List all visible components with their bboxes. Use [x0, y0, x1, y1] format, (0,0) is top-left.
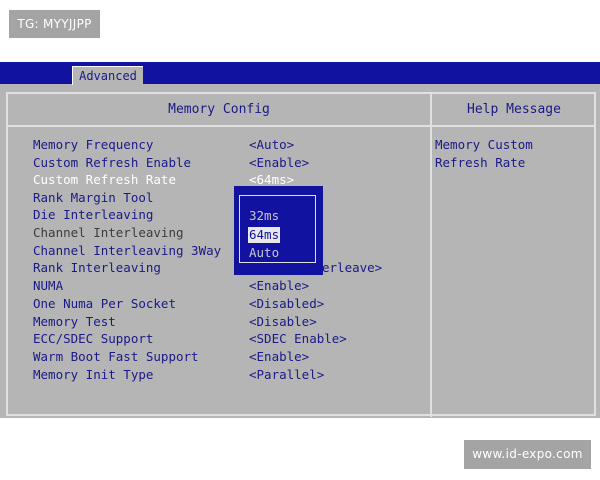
bios-screen: Advanced Memory Config Help Message Memo…: [0, 62, 600, 418]
setting-label: Memory Frequency: [33, 137, 154, 152]
setting-value: <Enable>: [249, 278, 310, 293]
watermark-top-left: TG: MYYJJPP: [9, 10, 100, 38]
setting-label: ECC/SDEC Support: [33, 331, 154, 346]
setting-label: Warm Boot Fast Support: [33, 349, 199, 364]
setting-value: <SDEC Enable>: [249, 331, 347, 346]
setting-label: Channel Interleaving: [33, 225, 184, 240]
menu-bar: Advanced: [0, 62, 600, 85]
refresh-rate-popup: 32ms 64ms Auto: [234, 186, 323, 275]
help-title: Help Message: [467, 102, 561, 117]
panel-title: Memory Config: [168, 102, 270, 117]
setting-label: Memory Init Type: [33, 367, 154, 382]
setting-value: <Auto>: [249, 137, 295, 152]
setting-value: <Disable>: [249, 314, 317, 329]
help-message: Memory Custom Refresh Rate: [435, 136, 533, 172]
setting-label: Rank Interleaving: [33, 260, 161, 275]
vertical-divider: [430, 93, 432, 417]
setting-value: <Enable>: [249, 349, 310, 364]
setting-label: One Numa Per Socket: [33, 296, 176, 311]
setting-label: Memory Test: [33, 314, 116, 329]
setting-value: <Parallel>: [249, 367, 325, 382]
watermark-bottom-right: www.id-expo.com: [464, 440, 591, 469]
popup-option-auto[interactable]: Auto: [249, 245, 279, 261]
popup-option-64ms[interactable]: 64ms: [248, 227, 281, 243]
popup-option-32ms[interactable]: 32ms: [249, 208, 279, 224]
setting-label: NUMA: [33, 278, 64, 293]
header-divider: [8, 125, 596, 127]
setting-label: Custom Refresh Rate: [33, 172, 176, 187]
setting-label: Die Interleaving: [33, 207, 154, 222]
setting-label: Channel Interleaving 3Way: [33, 243, 222, 258]
setting-label: Rank Margin Tool: [33, 190, 154, 205]
help-line: Memory Custom: [435, 137, 533, 152]
help-line: Refresh Rate: [435, 155, 526, 170]
setting-value: erleave>: [322, 260, 383, 275]
popup-option-list: 32ms 64ms Auto: [239, 195, 316, 263]
setting-value: <Disabled>: [249, 296, 325, 311]
tab-advanced[interactable]: Advanced: [72, 66, 143, 85]
setting-label: Custom Refresh Enable: [33, 155, 192, 170]
setting-value: <Enable>: [249, 155, 310, 170]
